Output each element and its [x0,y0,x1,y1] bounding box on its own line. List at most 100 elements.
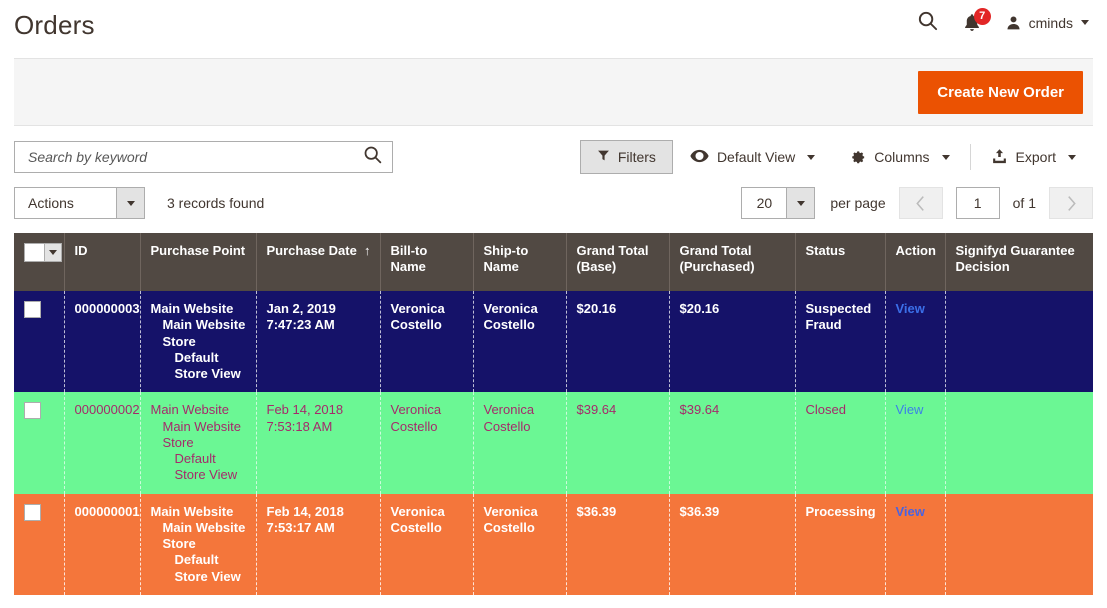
row-select-cell[interactable] [14,291,64,392]
chevron-down-icon [807,155,815,160]
purchase-point-website: Main Website [151,301,247,317]
upload-icon [991,148,1008,167]
select-all-control[interactable] [24,243,62,262]
chevron-down-icon [1068,155,1076,160]
cell-purchase-point: Main Website Main Website Store Default … [140,291,256,392]
cell-bill-to-name: Veronica Costello [380,494,473,595]
pagination-controls: 20 per page of 1 [741,187,1093,219]
cell-id: 000000002 [64,392,140,493]
cell-purchase-point: Main Website Main Website Store Default … [140,392,256,493]
funnel-icon [597,149,610,165]
page-title: Orders [14,8,95,38]
column-header-purchase-point[interactable]: Purchase Point [140,233,256,291]
default-view-dropdown[interactable]: Default View [673,144,832,170]
chevron-right-icon [1066,195,1077,212]
table-row[interactable]: 000000001 Main Website Main Website Stor… [14,494,1093,595]
page-number-input[interactable] [956,187,1000,219]
row-checkbox[interactable] [24,504,41,521]
cell-grand-total-base: $39.64 [566,392,669,493]
cell-action[interactable]: View [885,392,945,493]
filters-button[interactable]: Filters [580,140,673,174]
orders-grid: ID Purchase Point Purchase Date ↑ Bill-t… [14,233,1093,595]
cell-grand-total-purchased: $39.64 [669,392,795,493]
column-header-signifyd-guarantee-decision[interactable]: Signifyd Guarantee Decision [945,233,1093,291]
cell-grand-total-base: $20.16 [566,291,669,392]
chevron-down-icon [786,188,814,218]
cell-id: 000000003 [64,291,140,392]
export-dropdown[interactable]: Export [974,144,1093,170]
page-action-bar: Create New Order [14,58,1093,126]
purchase-point-store: Main Website Store [151,317,247,350]
cell-bill-to-name: Veronica Costello [380,392,473,493]
previous-page-button[interactable] [899,187,943,219]
column-header-status[interactable]: Status [795,233,885,291]
user-name: cminds [1029,15,1073,31]
search-icon[interactable] [916,9,939,37]
row-checkbox[interactable] [24,301,41,318]
cell-ship-to-name: Veronica Costello [473,392,566,493]
column-header-purchase-date[interactable]: Purchase Date ↑ [256,233,380,291]
table-row[interactable]: 000000003 Main Website Main Website Stor… [14,291,1093,392]
actions-label: Actions [15,188,116,218]
columns-label: Columns [874,149,929,165]
search-field-wrapper[interactable] [14,141,393,173]
column-header-grand-total-purchased[interactable]: Grand Total (Purchased) [669,233,795,291]
search-icon[interactable] [362,144,383,170]
row-checkbox[interactable] [24,402,41,419]
cell-purchase-point: Main Website Main Website Store Default … [140,494,256,595]
purchase-point-store-view: Default Store View [151,451,247,484]
select-all-checkbox[interactable] [25,244,44,261]
row-select-cell[interactable] [14,392,64,493]
cell-action[interactable]: View [885,494,945,595]
chevron-down-icon [1081,20,1089,25]
cell-grand-total-purchased: $20.16 [669,291,795,392]
purchase-point-store: Main Website Store [151,419,247,452]
column-header-bill-to-name[interactable]: Bill-to Name [380,233,473,291]
page-header: Orders 7 cminds [0,0,1107,45]
chevron-down-icon [942,155,950,160]
purchase-point-store: Main Website Store [151,520,247,553]
user-avatar-icon [1005,14,1022,32]
cell-signifyd-guarantee-decision [945,392,1093,493]
search-input[interactable] [26,148,362,166]
cell-status: Processing [795,494,885,595]
column-header-id[interactable]: ID [64,233,140,291]
grid-body: 000000003 Main Website Main Website Stor… [14,291,1093,595]
column-header-grand-total-base[interactable]: Grand Total (Base) [566,233,669,291]
notification-count-badge: 7 [974,8,991,25]
purchase-point-website: Main Website [151,504,247,520]
create-new-order-button[interactable]: Create New Order [918,71,1083,114]
user-menu[interactable]: cminds [1005,14,1089,32]
cell-id: 000000001 [64,494,140,595]
notifications-bell[interactable]: 7 [961,11,983,35]
per-page-dropdown[interactable]: 20 [741,187,815,219]
total-pages-label: of 1 [1013,195,1036,211]
cell-signifyd-guarantee-decision [945,494,1093,595]
next-page-button[interactable] [1049,187,1093,219]
chevron-left-icon [915,195,926,212]
actions-dropdown[interactable]: Actions [14,187,145,219]
column-header-select-all[interactable] [14,233,64,291]
view-order-link[interactable]: View [896,402,924,417]
purchase-point-store-view: Default Store View [151,350,247,383]
grid-toolbar-actions: Filters Default View Columns [580,140,1093,174]
cell-purchase-date: Jan 2, 2019 7:47:23 AM [256,291,380,392]
eye-icon [690,149,709,166]
columns-dropdown[interactable]: Columns [832,144,966,170]
cell-purchase-date: Feb 14, 2018 7:53:18 AM [256,392,380,493]
cell-action[interactable]: View [885,291,945,392]
grid-controls: Actions 3 records found 20 per page of 1 [14,187,1093,219]
chevron-down-icon[interactable] [44,244,61,261]
view-order-link[interactable]: View [896,301,925,316]
row-select-cell[interactable] [14,494,64,595]
cell-ship-to-name: Veronica Costello [473,494,566,595]
cell-grand-total-purchased: $36.39 [669,494,795,595]
cell-status: Closed [795,392,885,493]
purchase-point-website: Main Website [151,402,247,418]
table-row[interactable]: 000000002 Main Website Main Website Stor… [14,392,1093,493]
column-header-ship-to-name[interactable]: Ship-to Name [473,233,566,291]
cell-grand-total-base: $36.39 [566,494,669,595]
view-order-link[interactable]: View [896,504,925,519]
column-header-purchase-date-label: Purchase Date [267,243,357,259]
sort-ascending-icon: ↑ [358,243,371,259]
